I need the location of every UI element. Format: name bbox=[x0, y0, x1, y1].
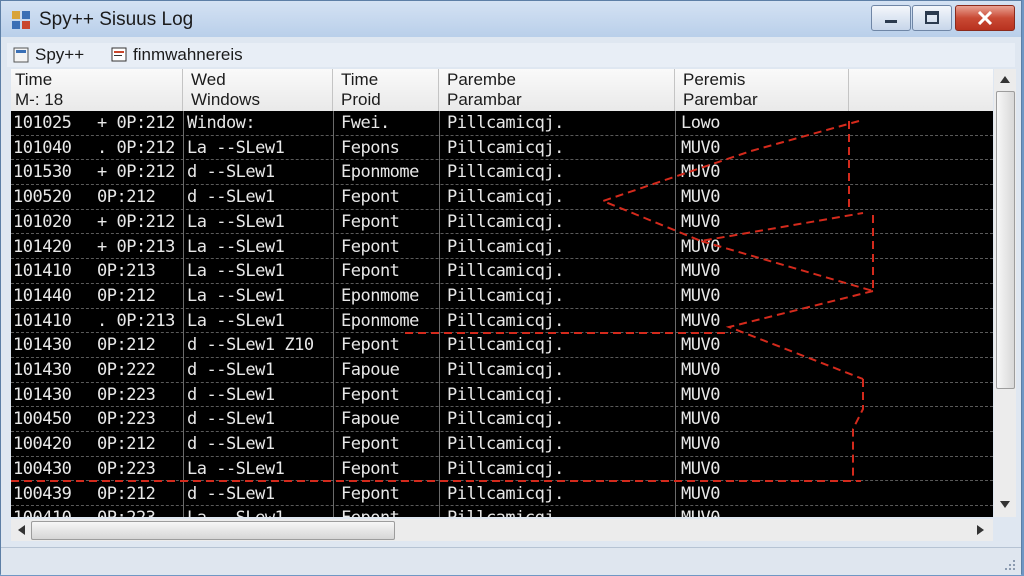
annotation-arrow bbox=[725, 290, 874, 380]
vertical-scrollbar[interactable] bbox=[994, 69, 1016, 517]
red-annotation-overlay bbox=[11, 120, 874, 482]
maximize-button[interactable] bbox=[912, 5, 952, 31]
close-button[interactable] bbox=[955, 5, 1015, 31]
document-icon[interactable] bbox=[111, 47, 127, 62]
horizontal-scroll-thumb[interactable] bbox=[31, 521, 395, 540]
toolbar-app-label[interactable]: Spy++ bbox=[35, 45, 84, 65]
spy-app-icon bbox=[12, 11, 30, 29]
toolbar-window-label[interactable]: finmwahnereis bbox=[133, 45, 243, 65]
status-bar bbox=[1, 547, 1021, 575]
close-icon bbox=[977, 11, 993, 25]
arrow-down-icon bbox=[1000, 501, 1010, 508]
scroll-right-button[interactable] bbox=[971, 520, 991, 540]
arrow-right-icon bbox=[977, 525, 984, 535]
resize-grip-icon[interactable] bbox=[1003, 558, 1017, 572]
maximize-icon bbox=[925, 11, 939, 24]
message-log-grid[interactable]: Time M-: 18 Wed Windows Time Proid Parembe P… bbox=[11, 69, 993, 517]
scroll-down-button[interactable] bbox=[994, 495, 1016, 515]
minimize-icon bbox=[885, 20, 897, 23]
title-bar[interactable]: Spy++ Sisuus Log bbox=[1, 1, 1021, 37]
spy-small-icon bbox=[13, 47, 29, 63]
scroll-up-button[interactable] bbox=[994, 69, 1016, 89]
annotation-arrow bbox=[600, 120, 864, 243]
spy-log-window: Spy++ Sisuus Log Spy++ finmwahnereis Tim… bbox=[0, 0, 1022, 575]
vertical-scroll-thumb[interactable] bbox=[996, 91, 1015, 389]
minimize-button[interactable] bbox=[871, 5, 911, 31]
toolbar: Spy++ finmwahnereis bbox=[7, 43, 1015, 67]
scroll-left-button[interactable] bbox=[11, 520, 31, 540]
horizontal-scrollbar[interactable] bbox=[11, 519, 993, 541]
annotation-bracket bbox=[852, 379, 864, 481]
window-title: Spy++ Sisuus Log bbox=[39, 9, 194, 30]
arrow-up-icon bbox=[1000, 76, 1010, 83]
arrow-left-icon bbox=[18, 525, 25, 535]
